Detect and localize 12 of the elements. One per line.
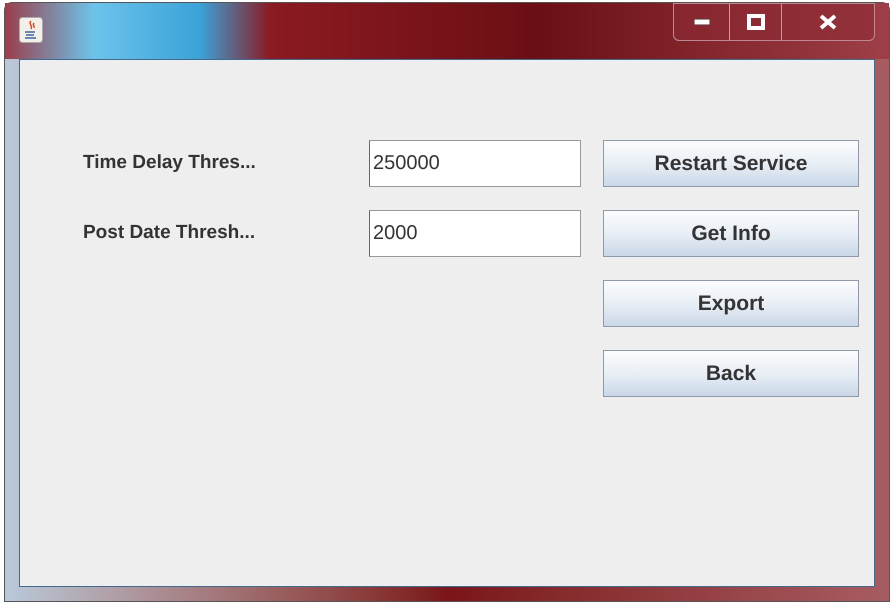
app-icon bbox=[19, 17, 43, 43]
minimize-icon bbox=[694, 19, 710, 25]
action-button[interactable]: Restart Service bbox=[603, 140, 859, 187]
maximize-icon bbox=[746, 14, 764, 30]
action-button[interactable]: Export bbox=[603, 280, 859, 327]
close-icon bbox=[819, 14, 837, 30]
field-label: Post Date Thresh... bbox=[83, 221, 256, 246]
input-field[interactable]: 2000 bbox=[369, 210, 581, 257]
action-button[interactable]: Get Info bbox=[603, 210, 859, 257]
input-field[interactable]: 250000 bbox=[369, 140, 581, 187]
action-button[interactable]: Back bbox=[603, 350, 859, 397]
field-label: Time Delay Thres... bbox=[83, 151, 256, 176]
